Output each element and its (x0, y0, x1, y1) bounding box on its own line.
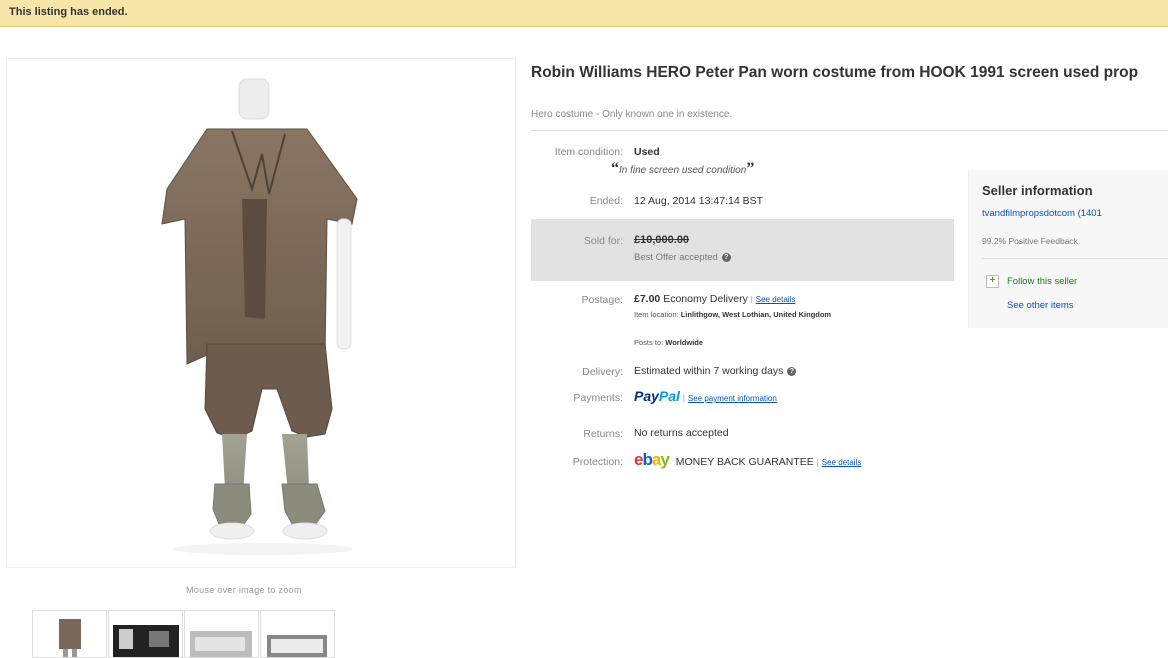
seller-name-link[interactable]: tvandfilmpropsdotcom (1401 (982, 208, 1102, 219)
postage-service: Economy Delivery (663, 293, 748, 305)
protection-see-details-link[interactable]: See details (822, 458, 862, 467)
thumbnail-4[interactable] (260, 610, 335, 658)
see-other-items-link[interactable]: See other items (1007, 300, 1074, 311)
protection-value: MONEY BACK GUARANTEE (675, 456, 814, 468)
open-quote-icon: “ (611, 160, 619, 177)
costume-photo (161, 78, 358, 555)
thumbnail-costume-image (59, 619, 81, 657)
listing-subtitle: Hero costume - Only known one in existen… (531, 109, 733, 120)
zoom-hint: Mouse over image to zoom (186, 585, 302, 595)
posts-to: Posts to: Worldwide (634, 338, 703, 347)
payments-label: Payments: (573, 392, 623, 404)
delivery-info-icon[interactable]: ? (787, 366, 797, 376)
posts-to-label: Posts to: (634, 338, 664, 347)
title-divider (531, 130, 1168, 131)
thumbnail-photo-image (113, 625, 179, 657)
best-offer-text: Best Offer accepted (634, 252, 718, 263)
sold-price-box: Sold for: £10,000.00 Best Offer accepted… (531, 219, 954, 281)
item-location-value: Linlithgow, West Lothian, United Kingdom (680, 310, 832, 319)
protection-row: ebay MONEY BACK GUARANTEE | See details (634, 450, 861, 470)
item-location-label: Item location: (634, 310, 679, 319)
posts-to-value: Worldwide (665, 338, 704, 347)
item-location: Item location: Linlithgow, West Lothian,… (634, 310, 914, 319)
returns-label: Returns: (583, 428, 623, 440)
delivery-label: Delivery: (582, 366, 623, 378)
postage-see-details-link[interactable]: See details (756, 295, 796, 304)
link-separator: | (750, 295, 753, 304)
close-quote-icon: ” (746, 160, 755, 177)
thumbnail-1[interactable] (32, 610, 107, 658)
protection-label: Protection: (572, 456, 623, 468)
follow-seller-link[interactable]: Follow this seller (1007, 276, 1077, 287)
postage-label: Postage: (581, 294, 623, 306)
listing-title: Robin Williams HERO Peter Pan worn costu… (531, 64, 1139, 81)
main-product-image[interactable] (6, 58, 516, 568)
follow-plus-icon[interactable]: + (986, 275, 999, 288)
ended-value: 12 Aug, 2014 13:47:14 BST (634, 195, 764, 207)
thumbnail-document-image (190, 631, 252, 657)
payments-row: PayPal | See payment information (634, 388, 777, 404)
condition-label: Item condition: (554, 146, 623, 158)
postage-row: £7.00 Economy Delivery | See details (634, 293, 795, 305)
delivery-value: Estimated within 7 working days (634, 365, 784, 377)
link-separator: | (682, 394, 685, 403)
link-separator: | (816, 458, 819, 467)
ended-label: Ended: (589, 195, 623, 207)
seller-information-panel: Seller information tvandfilmpropsdotcom … (968, 170, 1168, 328)
returns-value: No returns accepted (634, 427, 729, 439)
banner-text: This listing has ended. (9, 6, 128, 18)
best-offer-row: Best Offer accepted? (634, 251, 731, 263)
sold-price: £10,000.00 (634, 234, 689, 246)
sold-price-value: £10,000.00 (634, 234, 690, 246)
listing-ended-banner: This listing has ended. (0, 0, 1168, 27)
thumbnail-3[interactable] (184, 610, 259, 658)
condition-value: Used (634, 146, 660, 158)
thumbnail-frame-image (267, 635, 327, 657)
condition-note: “In fine screen used condition” (611, 160, 754, 178)
postage-price: £7.00 (634, 293, 661, 305)
thumbnail-2[interactable] (108, 610, 183, 658)
seller-divider (982, 258, 1168, 259)
seller-feedback: 99.2% Positive Feedback (982, 236, 1078, 246)
payment-info-link[interactable]: See payment information (688, 394, 777, 403)
seller-title: Seller information (982, 183, 1093, 198)
info-icon[interactable]: ? (721, 252, 731, 262)
delivery-row: Estimated within 7 working days? (634, 365, 797, 377)
paypal-logo: PayPal (634, 388, 680, 404)
ebay-logo: ebay (634, 450, 670, 469)
condition-note-text: In fine screen used condition (619, 165, 747, 176)
sold-label: Sold for: (583, 235, 623, 247)
